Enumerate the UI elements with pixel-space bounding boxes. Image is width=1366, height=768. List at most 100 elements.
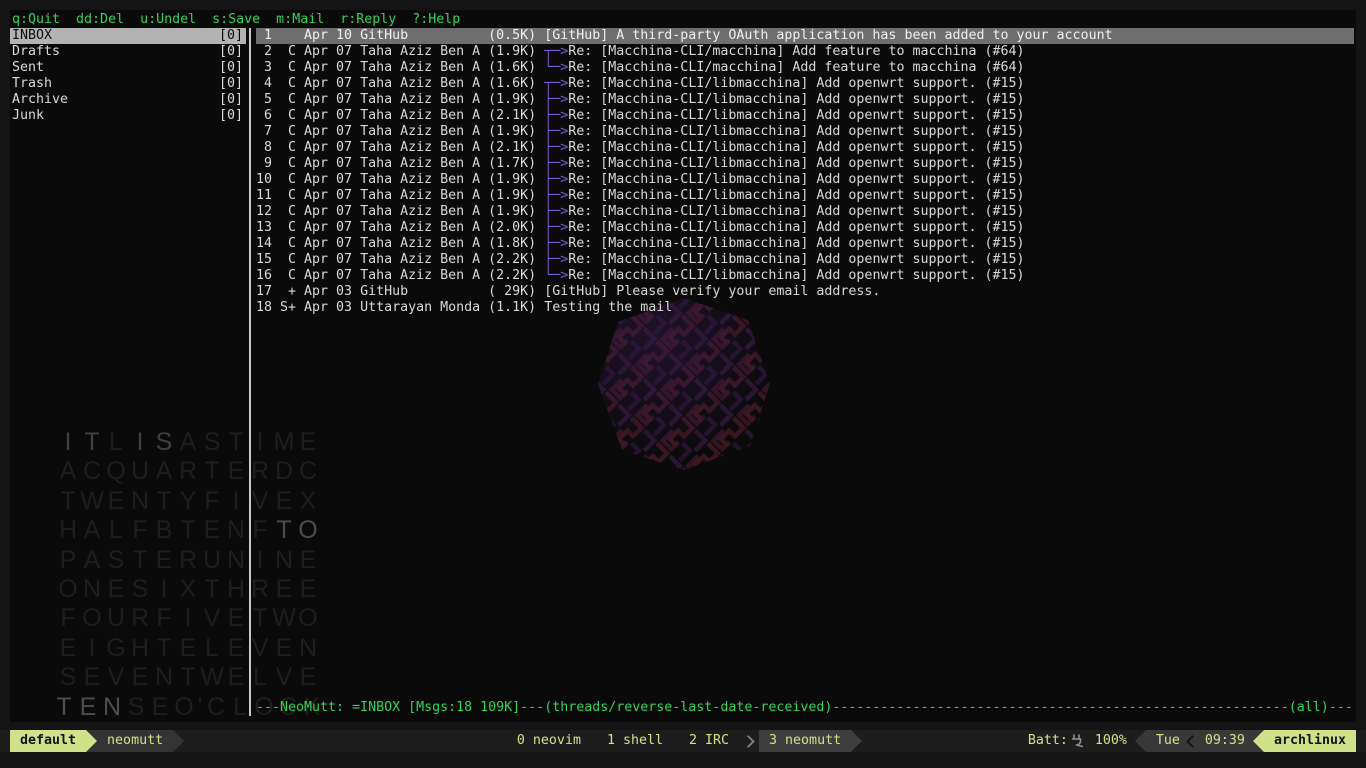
email-subject: Re: [Macchina-CLI/libmacchina] Add openw… (568, 140, 1024, 155)
word-clock-letter: E (272, 575, 296, 604)
word-clock-letter: V (200, 604, 224, 633)
word-clock-letter: N (296, 634, 320, 663)
word-clock-letter: L (104, 516, 128, 545)
email-subject: Re: [Macchina-CLI/libmacchina] Add openw… (568, 92, 1024, 107)
window-item-IRC[interactable]: 2 IRC (676, 730, 742, 752)
window-item-shell[interactable]: 1 shell (594, 730, 676, 752)
email-row[interactable]: 11 C Apr 07 Taha Aziz Ben A (1.9K) ├─>Re… (256, 188, 1354, 204)
email-row[interactable]: 6 C Apr 07 Taha Aziz Ben A (2.1K) ├─>Re:… (256, 108, 1354, 124)
email-meta: 7 C Apr 07 Taha Aziz Ben A (1.9K) (256, 124, 544, 139)
word-clock-letter: O (80, 604, 104, 633)
thread-tree-arrow: ├─> (544, 92, 568, 107)
word-clock-letter: H (56, 516, 80, 545)
word-clock-row: EIGHTELEVEN (38, 634, 338, 663)
email-subject: Testing the mail (544, 300, 672, 315)
email-row[interactable]: 15 C Apr 07 Taha Aziz Ben A (2.2K) ├─>Re… (256, 252, 1354, 268)
neomutt-status-line: ---NeoMutt: =INBOX [Msgs:18 109K]---(thr… (256, 700, 1353, 716)
email-row[interactable]: 18 S+ Apr 03 Uttarayan Monda (1.1K) Test… (256, 300, 1354, 316)
word-clock-letter: V (248, 634, 272, 663)
word-clock-letter: E (56, 634, 80, 663)
window-item-neovim[interactable]: 0 neovim (504, 730, 594, 752)
battery-percent: 100% (1095, 730, 1127, 752)
word-clock-letter: U (104, 604, 128, 633)
thread-tree-arrow: ├─> (544, 236, 568, 251)
thread-tree-arrow: ├─> (544, 204, 568, 219)
session-chip[interactable]: default (10, 730, 86, 752)
email-meta: 4 C Apr 07 Taha Aziz Ben A (1.6K) (256, 76, 544, 91)
word-clock-row: TWENTYFIVEX (38, 487, 338, 516)
status-bar: default neomutt 0 neovim1 shell2 IRC 3 ne… (0, 730, 1366, 752)
email-row[interactable]: 8 C Apr 07 Taha Aziz Ben A (2.1K) ├─>Re:… (256, 140, 1354, 156)
email-row[interactable]: 16 C Apr 07 Taha Aziz Ben A (2.2K) └─>Re… (256, 268, 1354, 284)
email-meta: 13 C Apr 07 Taha Aziz Ben A (2.0K) (256, 220, 544, 235)
mode-chip[interactable]: neomutt (97, 730, 173, 752)
email-row[interactable]: 1 Apr 10 GitHub (0.5K) [GitHub] A third-… (256, 28, 1354, 44)
power-plug-icon (1070, 734, 1083, 748)
mailbox-count: [0] (219, 92, 243, 108)
word-clock-letter: C (80, 457, 104, 486)
email-subject: [GitHub] A third-party OAuth application… (544, 28, 1112, 43)
email-row[interactable]: 13 C Apr 07 Taha Aziz Ben A (2.0K) ├─>Re… (256, 220, 1354, 236)
email-row[interactable]: 7 C Apr 07 Taha Aziz Ben A (1.9K) ├─>Re:… (256, 124, 1354, 140)
taskbar-right: Batt: 100% Tue 09:39 archlinux (1028, 730, 1356, 752)
word-clock-letter: T (52, 693, 76, 722)
email-row[interactable]: 17 + Apr 03 GitHub ( 29K) [GitHub] Pleas… (256, 284, 1354, 300)
email-row[interactable]: 14 C Apr 07 Taha Aziz Ben A (1.8K) ├─>Re… (256, 236, 1354, 252)
word-clock-letter: I (248, 428, 272, 457)
email-meta: 9 C Apr 07 Taha Aziz Ben A (1.7K) (256, 156, 544, 171)
word-clock-letter: N (100, 693, 124, 722)
word-clock-letter: T (80, 428, 104, 457)
sidebar-item-archive[interactable]: Archive[0] (10, 92, 246, 108)
powerline-separator (86, 730, 97, 752)
word-clock-letter: R (128, 604, 152, 633)
email-meta: 6 C Apr 07 Taha Aziz Ben A (2.1K) (256, 108, 544, 123)
email-row[interactable]: 10 C Apr 07 Taha Aziz Ben A (1.9K) ├─>Re… (256, 172, 1354, 188)
thread-tree-arrow: ├─> (544, 140, 568, 155)
email-subject: Re: [Macchina-CLI/libmacchina] Add openw… (568, 236, 1024, 251)
mailbox-count: [0] (219, 44, 243, 60)
word-clock-letter: R (248, 457, 272, 486)
email-subject: Re: [Macchina-CLI/libmacchina] Add openw… (568, 172, 1024, 187)
word-clock-letter: S (200, 428, 224, 457)
email-subject: Re: [Macchina-CLI/macchina] Add feature … (568, 60, 1024, 75)
email-subject: Re: [Macchina-CLI/libmacchina] Add openw… (568, 252, 1024, 267)
email-meta: 15 C Apr 07 Taha Aziz Ben A (2.2K) (256, 252, 544, 267)
word-clock-letter: I (152, 575, 176, 604)
sidebar-item-inbox[interactable]: INBOX[0] (10, 28, 246, 44)
thread-tree-arrow: └─> (544, 60, 568, 75)
word-clock-letter: T (152, 634, 176, 663)
word-clock-row: SEVENTWELVE (38, 663, 338, 692)
word-clock-letter: E (296, 428, 320, 457)
thread-tree-arrow: ┬─> (544, 44, 568, 59)
email-row[interactable]: 2 C Apr 07 Taha Aziz Ben A (1.9K) ┬─>Re:… (256, 44, 1354, 60)
sidebar-item-trash[interactable]: Trash[0] (10, 76, 246, 92)
word-clock-letter: L (248, 663, 272, 692)
word-clock-letter: U (128, 457, 152, 486)
email-row[interactable]: 4 C Apr 07 Taha Aziz Ben A (1.6K) ┬─>Re:… (256, 76, 1354, 92)
email-subject: Re: [Macchina-CLI/libmacchina] Add openw… (568, 156, 1024, 171)
word-clock-letter: F (248, 516, 272, 545)
word-clock-letter: C (296, 457, 320, 486)
word-clock-letter: T (176, 516, 200, 545)
email-subject: Re: [Macchina-CLI/libmacchina] Add openw… (568, 204, 1024, 219)
word-clock-letter: T (224, 428, 248, 457)
word-clock-letter: N (80, 575, 104, 604)
sidebar-item-drafts[interactable]: Drafts[0] (10, 44, 246, 60)
word-clock-letter: E (296, 546, 320, 575)
sidebar-item-junk[interactable]: Junk[0] (10, 108, 246, 124)
word-clock-letter: S (104, 546, 128, 575)
sidebar-item-sent[interactable]: Sent[0] (10, 60, 246, 76)
email-row[interactable]: 3 C Apr 07 Taha Aziz Ben A (1.6K) └─>Re:… (256, 60, 1354, 76)
email-meta: 14 C Apr 07 Taha Aziz Ben A (1.8K) (256, 236, 544, 251)
word-clock-letter: ' (196, 693, 204, 722)
word-clock-row: ITLISASTIME (38, 428, 338, 457)
word-clock-letter: E (152, 546, 176, 575)
word-clock-letter: T (152, 487, 176, 516)
word-clock-letter: S (152, 428, 176, 457)
email-row[interactable]: 9 C Apr 07 Taha Aziz Ben A (1.7K) ├─>Re:… (256, 156, 1354, 172)
window-item-neomutt[interactable]: 3 neomutt (759, 730, 851, 752)
email-row[interactable]: 5 C Apr 07 Taha Aziz Ben A (1.9K) ├─>Re:… (256, 92, 1354, 108)
email-meta: 17 + Apr 03 GitHub ( 29K) (256, 284, 544, 299)
email-row[interactable]: 12 C Apr 07 Taha Aziz Ben A (1.9K) ├─>Re… (256, 204, 1354, 220)
word-clock-row: PASTERUNINE (38, 546, 338, 575)
